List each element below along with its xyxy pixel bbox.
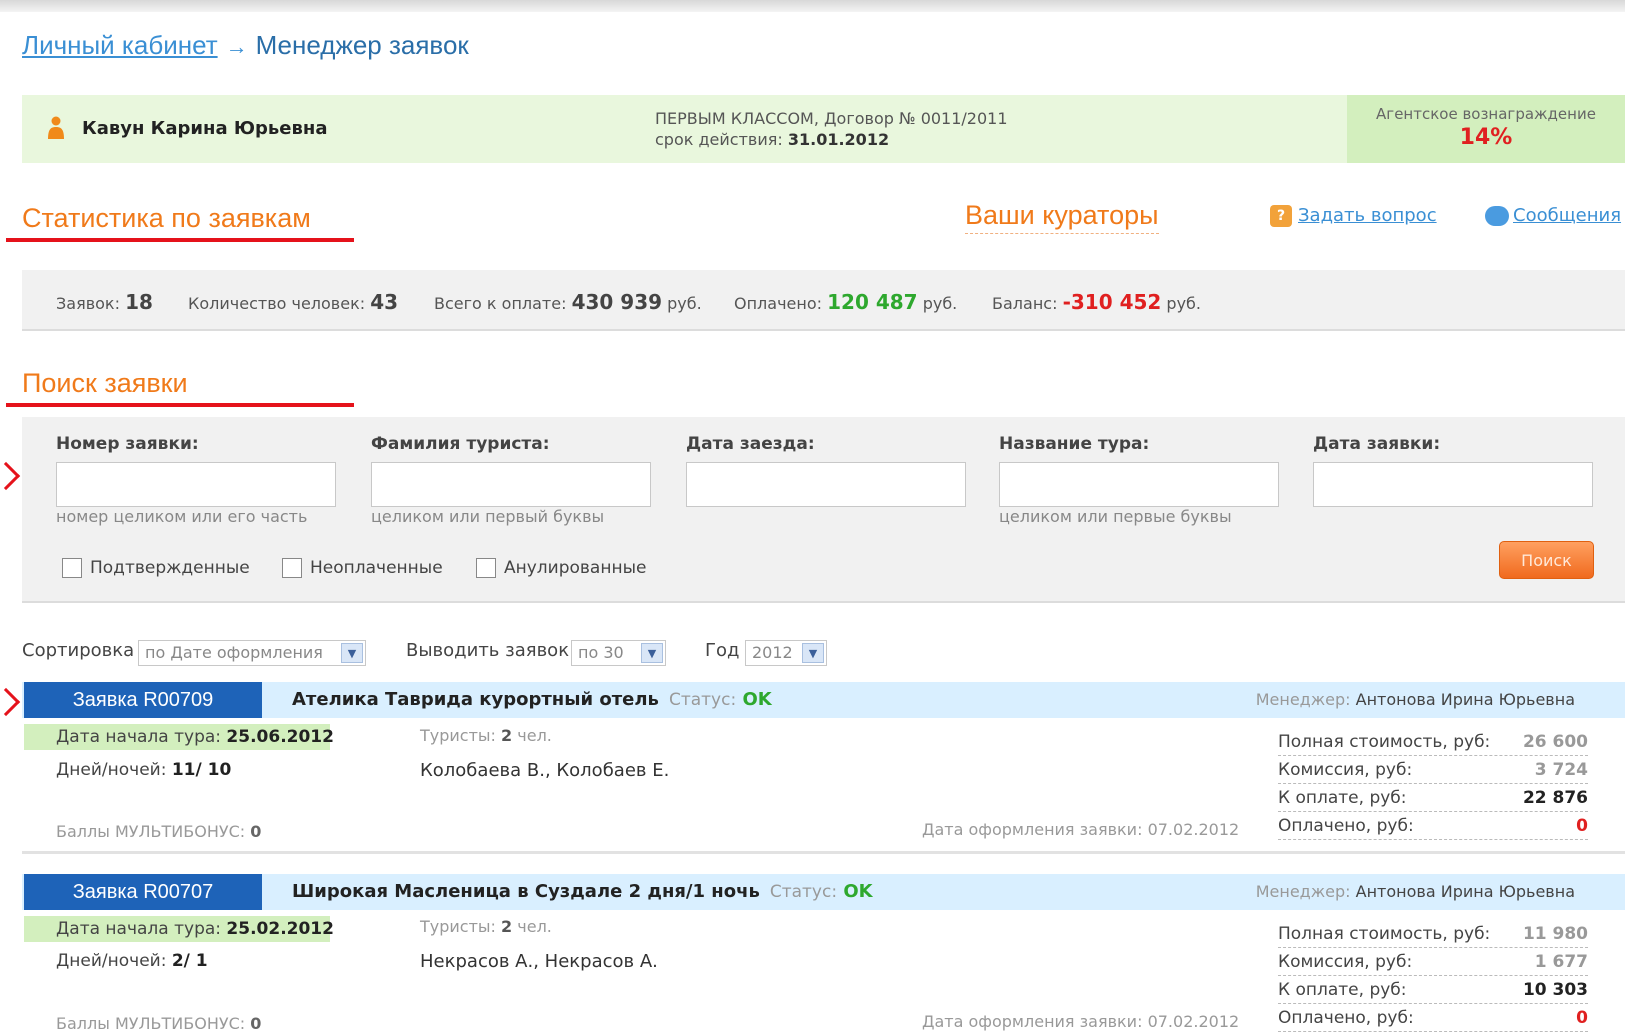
validity-date: 31.01.2012: [787, 130, 890, 149]
checkin-date-input[interactable]: [686, 462, 966, 507]
manager-name: Антонова Ирина Юрьевна: [1355, 690, 1575, 709]
order-date: Дата оформления заявки: 07.02.2012: [922, 1012, 1240, 1031]
days-nights: Дней/ночей: 2/ 1: [56, 951, 208, 971]
stats-heading-underline: [6, 238, 354, 242]
checkbox-confirmed[interactable]: Подтвержденные: [62, 558, 250, 578]
left-marker-icon: [0, 461, 21, 491]
ask-question-link[interactable]: Задать вопрос: [1298, 205, 1437, 226]
validity-label: срок действия:: [655, 130, 783, 149]
tourist-names: Некрасов А., Некрасов А.: [420, 951, 658, 972]
sort-label: Сортировка: [22, 640, 135, 661]
price-to-pay: К оплате, руб: 10 303: [1278, 977, 1588, 1004]
checkbox-unpaid[interactable]: Неоплаченные: [282, 558, 443, 578]
tour-title-link[interactable]: Ателика Таврида курортный отель: [292, 689, 659, 710]
stat-paid: Оплачено: 120 487 руб.: [734, 290, 958, 314]
order-date-input[interactable]: [1313, 462, 1593, 507]
status-badge: OK: [843, 881, 873, 902]
status-badge: OK: [742, 689, 772, 710]
tour-title-link[interactable]: Широкая Масленица в Суздале 2 дня/1 ночь: [292, 881, 760, 902]
manager-name: Антонова Ирина Юрьевна: [1355, 882, 1575, 901]
stat-orders-value: 18: [125, 290, 153, 314]
order-number-tab[interactable]: Заявка R00709: [24, 682, 262, 718]
search-heading-underline: [6, 403, 354, 407]
chevron-down-icon[interactable]: ▼: [341, 643, 363, 663]
bonus-points: Баллы МУЛЬТИБОНУС: 0: [56, 822, 262, 841]
stat-orders: Заявок: 18: [56, 290, 153, 314]
stat-balance: Баланс: -310 452 руб.: [992, 290, 1201, 314]
breadcrumb-home-link[interactable]: Личный кабинет: [22, 30, 218, 60]
price-paid: Оплачено, руб: 0: [1278, 813, 1588, 840]
tourist-names: Колобаева В., Колобаев Е.: [420, 760, 670, 781]
bonus-points: Баллы МУЛЬТИБОНУС: 0: [56, 1014, 262, 1033]
manager-info: Менеджер: Антонова Ирина Юрьевна: [1255, 882, 1575, 901]
year-select[interactable]: 2012 ▼: [745, 640, 827, 666]
chevron-down-icon[interactable]: ▼: [802, 643, 824, 663]
stats-heading: Статистика по заявкам: [22, 203, 311, 233]
order-title: Широкая Масленица в Суздале 2 дня/1 ночь…: [292, 881, 873, 902]
curators-heading[interactable]: Ваши кураторы: [965, 200, 1159, 234]
checkbox-unpaid-box[interactable]: [282, 558, 302, 578]
chevron-down-icon[interactable]: ▼: [641, 643, 663, 663]
ask-question[interactable]: ? Задать вопрос: [1270, 205, 1437, 227]
order-date-label: Дата заявки:: [1313, 434, 1441, 454]
order-number-input[interactable]: [56, 462, 336, 507]
speech-bubble-icon: [1485, 206, 1509, 226]
price-to-pay: К оплате, руб: 22 876: [1278, 785, 1588, 812]
order-number-hint: номер целиком или его часть: [56, 507, 308, 526]
agent-reward: Агентское вознаграждение 14%: [1347, 95, 1625, 163]
tour-start-date: Дата начала тура: 25.02.2012: [24, 916, 334, 942]
stat-people: Количество человек: 43: [188, 290, 399, 314]
stat-total-value: 430 939: [571, 290, 663, 314]
tourist-surname-hint: целиком или первый буквы: [371, 507, 605, 526]
user-icon: [48, 116, 64, 139]
page-title: Менеджер заявок: [255, 30, 469, 60]
tourists-count: Туристы: 2 чел.: [420, 726, 552, 745]
stat-people-value: 43: [370, 290, 399, 314]
days-nights: Дней/ночей: 11/ 10: [56, 760, 232, 780]
user-name: Кавун Карина Юрьевна: [82, 118, 328, 139]
contract-line: ПЕРВЫМ КЛАССОМ, Договор № 0011/2011: [655, 109, 1008, 128]
tourist-surname-label: Фамилия туриста:: [371, 434, 550, 454]
top-shadow: [0, 0, 1625, 12]
per-page-label: Выводить заявок: [406, 640, 570, 661]
checkbox-cancelled-box[interactable]: [476, 558, 496, 578]
search-button[interactable]: Поиск: [1499, 541, 1594, 579]
tour-name-label: Название тура:: [999, 434, 1150, 454]
order-divider: [22, 851, 1625, 854]
order-date: Дата оформления заявки: 07.02.2012: [922, 820, 1240, 839]
breadcrumb-arrow-icon: →: [225, 34, 248, 59]
price-commission: Комиссия, руб: 3 724: [1278, 757, 1588, 784]
question-icon: ?: [1270, 205, 1292, 227]
messages-link[interactable]: Сообщения: [1513, 205, 1621, 226]
price-full: Полная стоимость, руб: 26 600: [1278, 729, 1588, 756]
checkbox-cancelled[interactable]: Анулированные: [476, 558, 646, 578]
price-paid: Оплачено, руб: 0: [1278, 1005, 1588, 1032]
order-number-tab[interactable]: Заявка R00707: [24, 874, 262, 910]
tour-name-input[interactable]: [999, 462, 1279, 507]
stat-total: Всего к оплате: 430 939 руб.: [434, 290, 702, 314]
price-commission: Комиссия, руб: 1 677: [1278, 949, 1588, 976]
order-number-label: Номер заявки:: [56, 434, 199, 454]
year-label: Год: [705, 640, 740, 661]
checkin-date-label: Дата заезда:: [686, 434, 815, 454]
price-full: Полная стоимость, руб: 11 980: [1278, 921, 1588, 948]
checkbox-confirmed-box[interactable]: [62, 558, 82, 578]
order-title: Ателика Таврида курортный отель Статус: O…: [292, 689, 772, 710]
search-heading: Поиск заявки: [22, 368, 188, 398]
sort-select[interactable]: по Дате оформления ▼: [138, 640, 366, 666]
per-page-select[interactable]: по 30 ▼: [571, 640, 666, 666]
stat-balance-value: -310 452: [1062, 290, 1162, 314]
left-marker-icon: [0, 687, 21, 717]
tourist-surname-input[interactable]: [371, 462, 651, 507]
tour-name-hint: целиком или первые буквы: [999, 507, 1232, 526]
breadcrumb: Личный кабинет → Менеджер заявок: [22, 30, 469, 61]
reward-label: Агентское вознаграждение: [1376, 105, 1596, 123]
tour-start-date: Дата начала тура: 25.06.2012: [24, 724, 334, 750]
reward-value: 14%: [1459, 125, 1513, 150]
stat-paid-value: 120 487: [827, 290, 918, 314]
manager-info: Менеджер: Антонова Ирина Юрьевна: [1255, 690, 1575, 709]
tourists-count: Туристы: 2 чел.: [420, 917, 552, 936]
contract-info: ПЕРВЫМ КЛАССОМ, Договор № 0011/2011 срок…: [655, 108, 1008, 150]
messages[interactable]: Сообщения: [1485, 205, 1621, 226]
